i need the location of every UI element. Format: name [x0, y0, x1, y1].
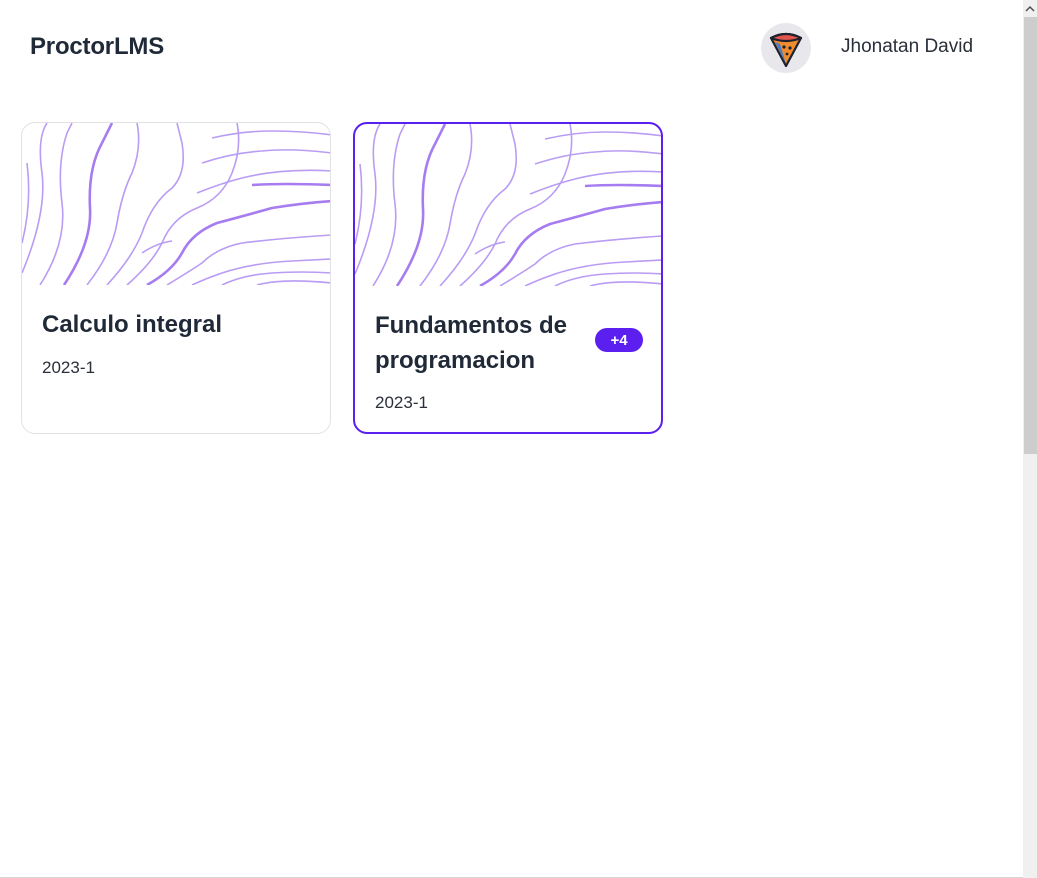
top-bar: ProctorLMS Jhonatan David [0, 0, 1023, 95]
user-name[interactable]: Jhonatan David [841, 36, 973, 58]
brand-logo[interactable]: ProctorLMS [30, 33, 164, 61]
pizza-slice-icon [769, 32, 803, 68]
notification-badge: +4 [595, 328, 643, 352]
card-banner-pattern [355, 124, 661, 286]
user-avatar[interactable] [761, 23, 811, 73]
course-title: Calculo integral [42, 311, 223, 338]
card-banner-pattern [22, 123, 330, 285]
course-title: Fundamentos de programacion [375, 312, 568, 374]
app-viewport: ProctorLMS Jhonatan David Calculo integr… [0, 0, 1037, 878]
scrollbar-thumb[interactable] [1024, 17, 1037, 454]
course-card-fundamentos[interactable]: Fundamentos de programacion +4 2023-1 [353, 122, 663, 434]
course-card-calculo[interactable]: Calculo integral 2023-1 [21, 122, 331, 434]
vertical-scrollbar[interactable] [1023, 0, 1037, 878]
scroll-up-arrow-icon[interactable] [1023, 0, 1037, 17]
course-term: 2023-1 [375, 393, 428, 412]
course-term: 2023-1 [42, 358, 95, 377]
